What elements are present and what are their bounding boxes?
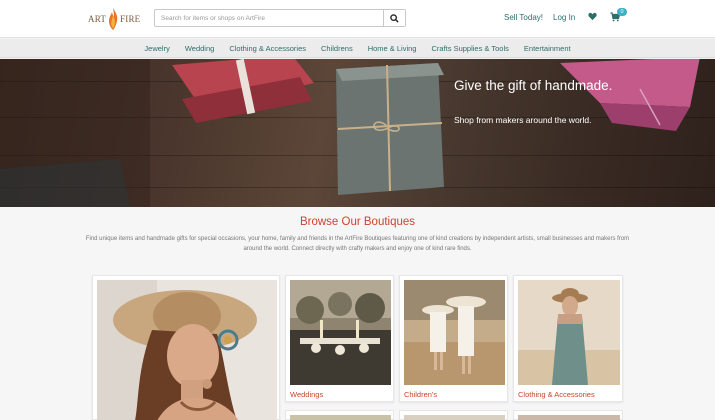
nav-item-crafts-supplies-tools[interactable]: Crafts Supplies & Tools (431, 44, 508, 53)
card-label-childrens: Children's (404, 390, 438, 399)
boutiques-title: Browse Our Boutiques (299, 216, 416, 228)
nav-item-clothing-accessories[interactable]: Clothing & Accessories (229, 44, 306, 53)
hero-banner[interactable]: Give the gift of handmade. Shop from mak… (0, 59, 715, 207)
search-input[interactable] (155, 10, 384, 26)
boutique-card-clothing-accessories[interactable]: Clothing & Accessories (513, 275, 623, 402)
weddings-image (290, 280, 391, 385)
hero-subtitle: Shop from makers around the world. (454, 115, 592, 125)
cart-count-badge: 0 (617, 8, 627, 16)
heart-icon[interactable] (588, 12, 597, 21)
nav-item-home-living[interactable]: Home & Living (368, 44, 417, 53)
search-icon (390, 13, 399, 23)
logo-text-left: ART (88, 14, 107, 24)
boutiques-description: Find unique items and handmade gifts for… (85, 236, 630, 252)
hero-title: Give the gift of handmade. (454, 78, 613, 93)
boutique-card-jewelry[interactable] (92, 275, 280, 420)
boutique-card-row2-2[interactable] (399, 410, 508, 420)
boutique-card-weddings[interactable]: Weddings (285, 275, 394, 402)
boutique-card-row2-1[interactable] (285, 410, 394, 420)
jewelry-image (97, 280, 277, 420)
search-button[interactable] (383, 10, 405, 26)
flame-icon (109, 8, 118, 30)
card-label-clothing-accessories: Clothing & Accessories (518, 390, 595, 399)
nav-item-childrens[interactable]: Childrens (321, 44, 353, 53)
login-link[interactable]: Log In (553, 13, 575, 22)
category-nav: Jewelry Wedding Clothing & Accessories C… (0, 39, 715, 58)
search-bar (154, 9, 406, 27)
nav-item-jewelry[interactable]: Jewelry (144, 44, 169, 53)
boutique-card-row2-3[interactable] (513, 410, 623, 420)
nav-item-entertainment[interactable]: Entertainment (524, 44, 571, 53)
childrens-image (404, 280, 505, 385)
site-header: ART FIRE Sell Today! Log In 0 (0, 0, 715, 38)
card-label-weddings: Weddings (290, 390, 324, 399)
boutiques-section: Browse Our Boutiques Find unique items a… (0, 207, 715, 420)
logo-text-right: FIRE (120, 14, 141, 24)
sell-today-link[interactable]: Sell Today! (504, 13, 543, 22)
nav-item-wedding[interactable]: Wedding (185, 44, 214, 53)
clothing-image (518, 280, 620, 385)
boutique-card-childrens[interactable]: Children's (399, 275, 508, 402)
artfire-logo[interactable]: ART FIRE (88, 5, 144, 33)
